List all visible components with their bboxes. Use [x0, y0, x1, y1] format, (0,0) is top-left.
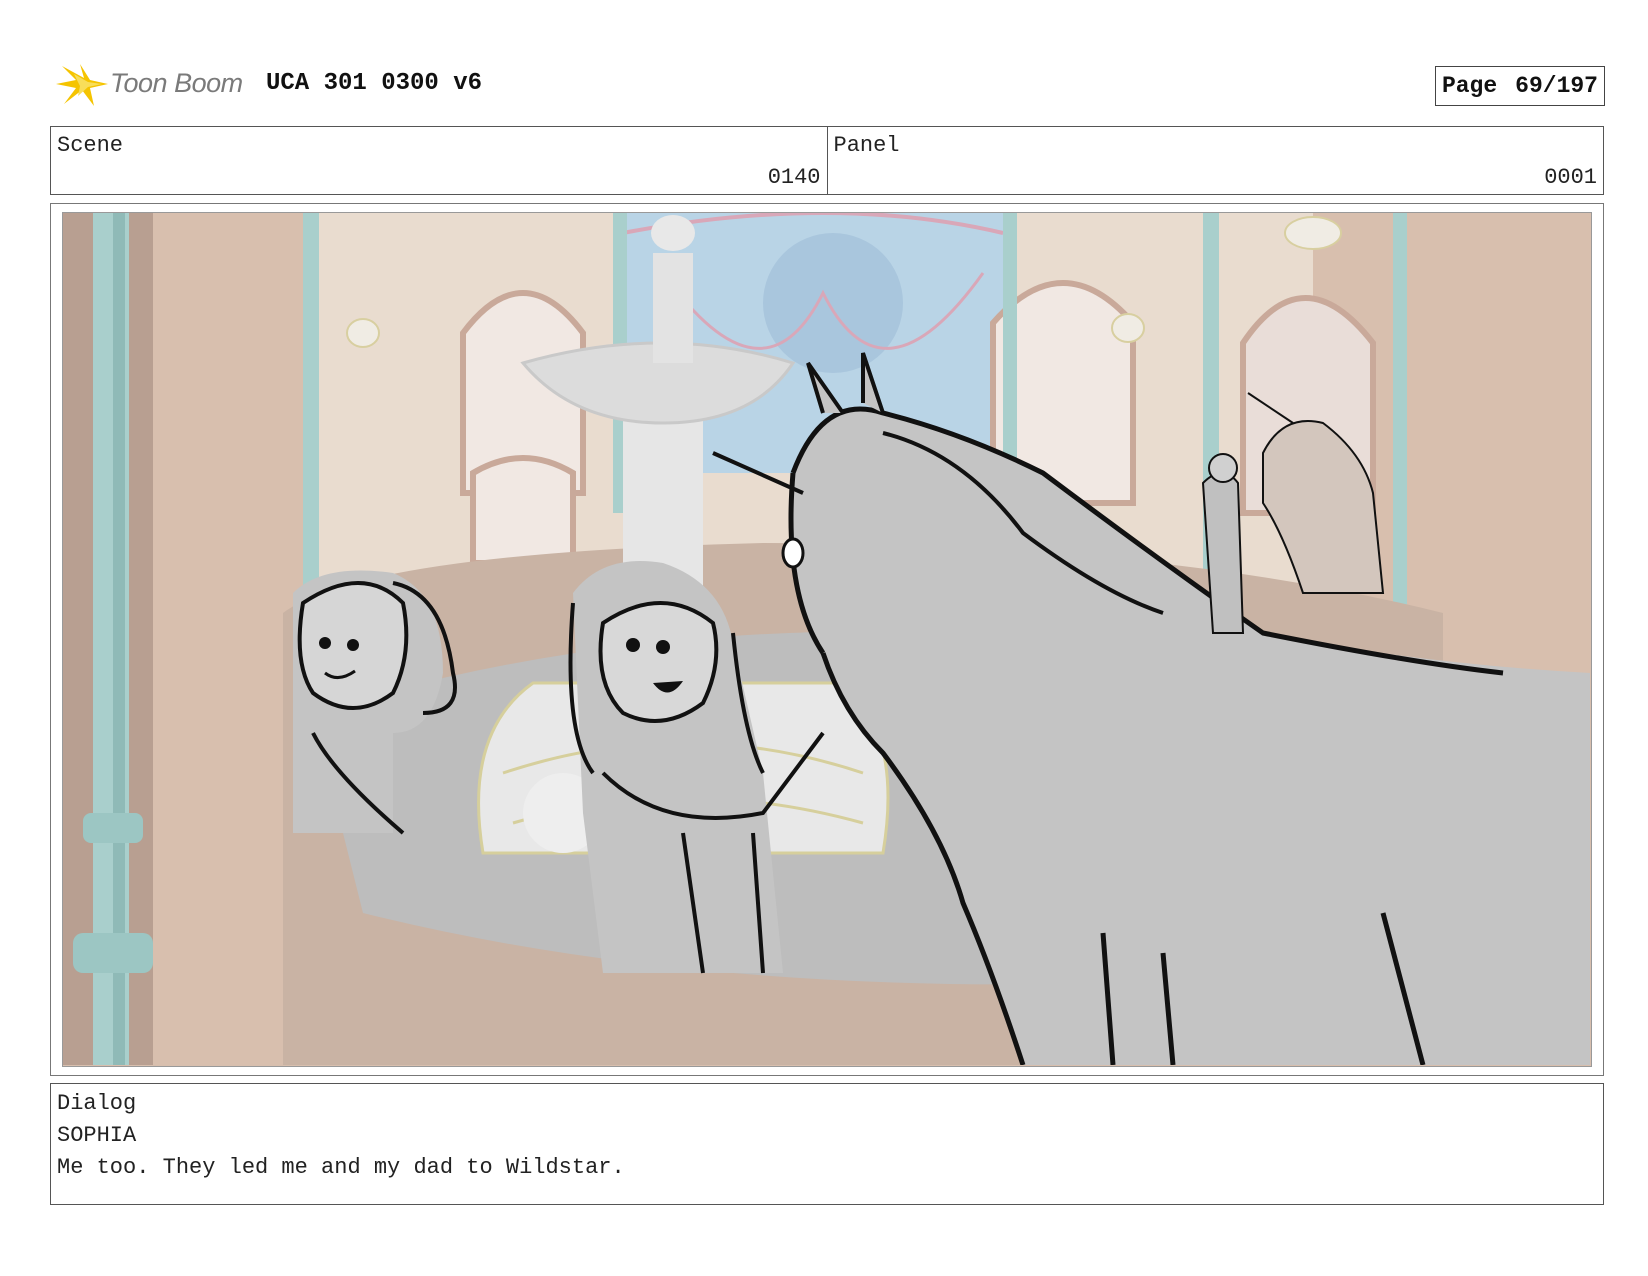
page-header: Toon Boom UCA 301 0300 v6 Page 69/197: [50, 58, 1605, 110]
storyboard-drawing: [63, 213, 1590, 1065]
storyboard-frame-box: [50, 203, 1604, 1076]
document-title: UCA 301 0300 v6: [266, 70, 483, 97]
panel-number: 0001: [1544, 165, 1597, 190]
page-number: 69/197: [1515, 73, 1598, 99]
scene-label: Scene: [57, 133, 124, 158]
scene-cell: Scene 0140: [51, 127, 827, 194]
scene-number: 0140: [767, 165, 821, 190]
dialog-label: Dialog: [57, 1091, 137, 1116]
dialog-speaker: SOPHIA: [57, 1123, 137, 1148]
storyboard-image: [62, 212, 1592, 1067]
panel-label: Panel: [833, 133, 900, 158]
dialog-box: Dialog SOPHIA Me too. They led me and my…: [50, 1083, 1604, 1205]
starburst-icon: [56, 64, 108, 106]
dialog-line: Me too. They led me and my dad to Wildst…: [57, 1155, 625, 1180]
toon-boom-logo: Toon Boom: [54, 60, 254, 110]
page-label: Page: [1441, 73, 1498, 99]
page-counter: Page 69/197: [1434, 66, 1605, 106]
logo-text: Toon Boom: [110, 68, 243, 98]
panel-cell: Panel 0001: [826, 127, 1604, 194]
scene-panel-row: Scene 0140 Panel 0001: [50, 126, 1604, 195]
